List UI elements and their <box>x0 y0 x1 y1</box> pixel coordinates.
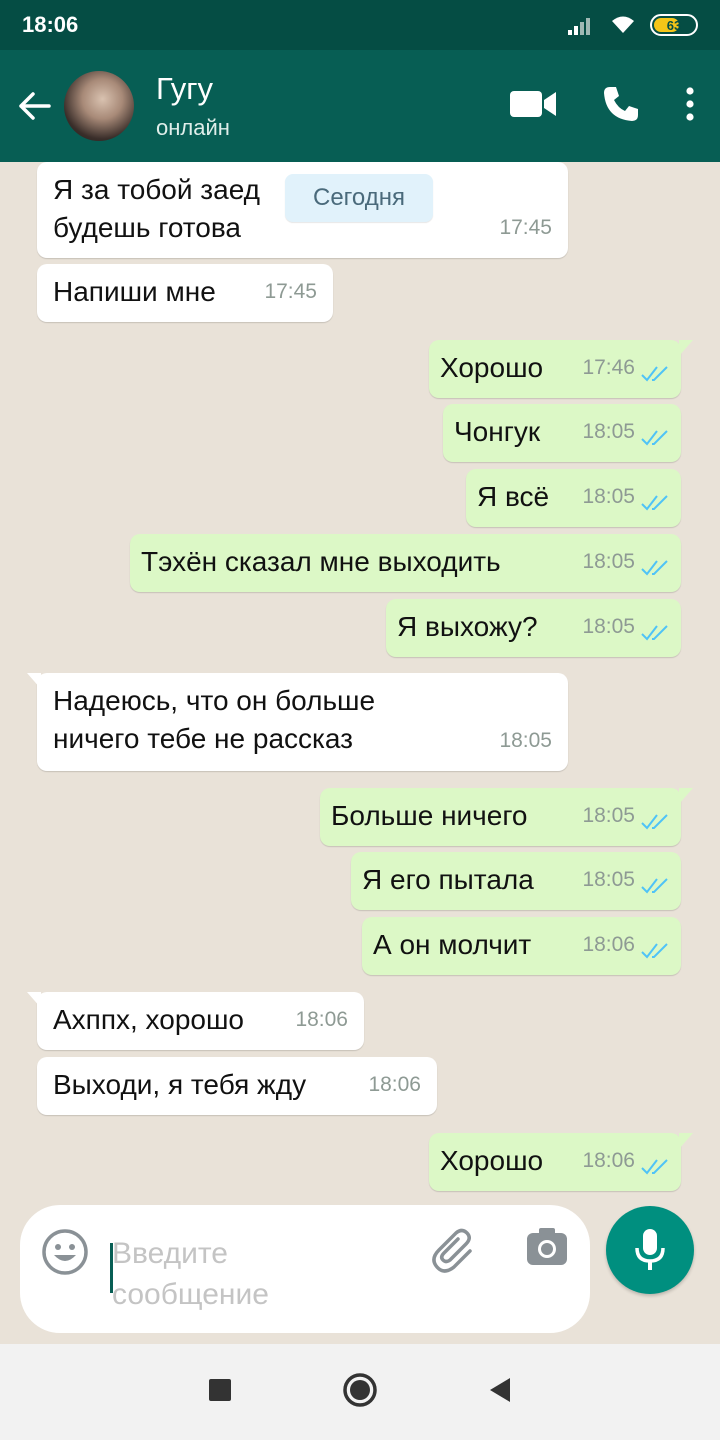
arrow-left-icon <box>19 92 51 120</box>
outgoing-message[interactable]: Я всё 18:05 <box>466 469 681 527</box>
message-time: 17:45 <box>499 216 552 239</box>
incoming-message[interactable]: Выходи, я тебя жду 18:06 <box>37 1057 437 1115</box>
message-text: будешь готова <box>53 212 242 243</box>
message-text: ничего тебе не рассказ <box>53 723 353 754</box>
double-check-icon <box>641 943 668 959</box>
bubble-tail <box>27 992 41 1008</box>
status-icons: 63 <box>568 14 698 36</box>
double-check-icon <box>641 430 668 446</box>
contact-avatar[interactable] <box>64 71 134 141</box>
battery-indicator: 63 <box>650 14 698 36</box>
contact-name: Гугу <box>156 71 214 106</box>
video-call-button[interactable] <box>510 89 556 124</box>
message-text: Я выхожу? <box>397 611 538 642</box>
emoji-button[interactable] <box>40 1227 90 1282</box>
home-button[interactable] <box>342 1372 378 1413</box>
message-text: А он молчит <box>373 929 532 960</box>
double-check-icon <box>641 878 668 894</box>
message-text: Я всё <box>477 481 550 512</box>
bubble-tail <box>27 673 41 689</box>
message-text: Больше ничего <box>331 800 528 831</box>
outgoing-message[interactable]: Хорошо 18:06 <box>429 1133 693 1191</box>
message-time: 17:45 <box>264 280 317 303</box>
date-divider: Сегодня <box>285 174 433 222</box>
message-time: 18:06 <box>295 1008 348 1031</box>
home-circle-icon <box>343 1372 377 1407</box>
message-input[interactable]: Введите сообщение <box>112 1233 372 1315</box>
message-time: 18:05 <box>582 804 635 827</box>
message-time: 18:05 <box>499 729 552 752</box>
message-time: 18:06 <box>368 1073 421 1096</box>
message-text: Я за тобой заед <box>53 174 261 205</box>
double-check-icon <box>641 625 668 641</box>
message-time: 18:05 <box>582 550 635 573</box>
incoming-message[interactable]: Напиши мне 17:45 <box>37 264 333 322</box>
mic-icon <box>635 1229 665 1270</box>
message-composer[interactable]: Введите сообщение <box>20 1205 590 1333</box>
signal-icon <box>568 18 590 35</box>
double-check-icon <box>641 1159 668 1175</box>
double-check-icon <box>641 495 668 511</box>
message-time: 18:05 <box>582 420 635 443</box>
message-text: Хорошо <box>440 352 544 383</box>
wifi-icon <box>612 16 634 33</box>
emoji-icon <box>42 1229 88 1275</box>
message-text: Надеюсь, что он больше <box>53 685 376 716</box>
incoming-message[interactable]: Ахппх, хорошо 18:06 <box>27 992 364 1050</box>
message-list[interactable]: Я за тобой заед будешь готова 17:45 Напиши … <box>0 162 720 1342</box>
message-text: Хорошо <box>440 1145 544 1176</box>
phone-icon <box>604 86 638 121</box>
menu-button[interactable] <box>686 86 694 126</box>
message-time: 18:05 <box>582 868 635 891</box>
message-time: 18:05 <box>582 485 635 508</box>
system-nav-bar <box>0 1344 720 1440</box>
message-time: 18:06 <box>582 933 635 956</box>
bubble-tail <box>679 788 693 804</box>
message-text: Я его пытала <box>362 864 534 895</box>
more-vert-icon <box>686 86 694 121</box>
status-bar: 18:06 63 <box>0 0 720 50</box>
bubble-tail <box>679 340 693 356</box>
outgoing-message[interactable]: Больше ничего 18:05 <box>320 788 693 846</box>
header-actions <box>510 50 694 162</box>
chat-header: Гугу онлайн <box>0 50 720 162</box>
message-time: 18:05 <box>582 615 635 638</box>
battery-level: 63 <box>666 17 682 33</box>
triangle-back-icon <box>490 1377 510 1402</box>
message-text: Выходи, я тебя жду <box>53 1069 307 1100</box>
incoming-message[interactable]: Надеюсь, что он больше ничего тебе не рас… <box>27 673 568 771</box>
voice-call-button[interactable] <box>602 85 640 128</box>
outgoing-message[interactable]: Я его пытала 18:05 <box>351 852 681 910</box>
double-check-icon <box>641 560 668 576</box>
recents-button[interactable] <box>208 1378 232 1407</box>
message-text: Напиши мне <box>53 276 216 307</box>
video-call-icon <box>510 90 556 117</box>
bubble-tail <box>679 1133 693 1149</box>
message-time: 17:46 <box>582 356 635 379</box>
voice-message-button[interactable] <box>606 1206 694 1294</box>
double-check-icon <box>641 814 668 830</box>
square-icon <box>209 1378 231 1401</box>
contact-info[interactable]: Гугу онлайн <box>156 71 230 141</box>
outgoing-message[interactable]: А он молчит 18:06 <box>362 917 681 975</box>
back-button[interactable] <box>4 50 64 162</box>
outgoing-message[interactable]: Я выхожу? 18:05 <box>386 599 681 657</box>
outgoing-message[interactable]: Хорошо 17:46 <box>429 340 693 398</box>
status-time: 18:06 <box>22 12 79 37</box>
nav-back-button[interactable] <box>488 1377 512 1408</box>
message-time: 18:06 <box>582 1149 635 1172</box>
contact-status: онлайн <box>156 115 230 140</box>
paperclip-icon <box>432 1228 472 1273</box>
outgoing-message[interactable]: Тэхён сказал мне выходить 18:05 <box>130 534 681 592</box>
message-text: Чонгук <box>454 416 541 447</box>
camera-button[interactable] <box>525 1225 569 1274</box>
outgoing-message[interactable]: Чонгук 18:05 <box>443 404 681 462</box>
double-check-icon <box>641 366 668 382</box>
attach-button[interactable] <box>430 1225 480 1280</box>
message-text: Ахппх, хорошо <box>53 1004 244 1035</box>
message-text: Тэхён сказал мне выходить <box>141 546 501 577</box>
camera-icon <box>527 1228 567 1265</box>
